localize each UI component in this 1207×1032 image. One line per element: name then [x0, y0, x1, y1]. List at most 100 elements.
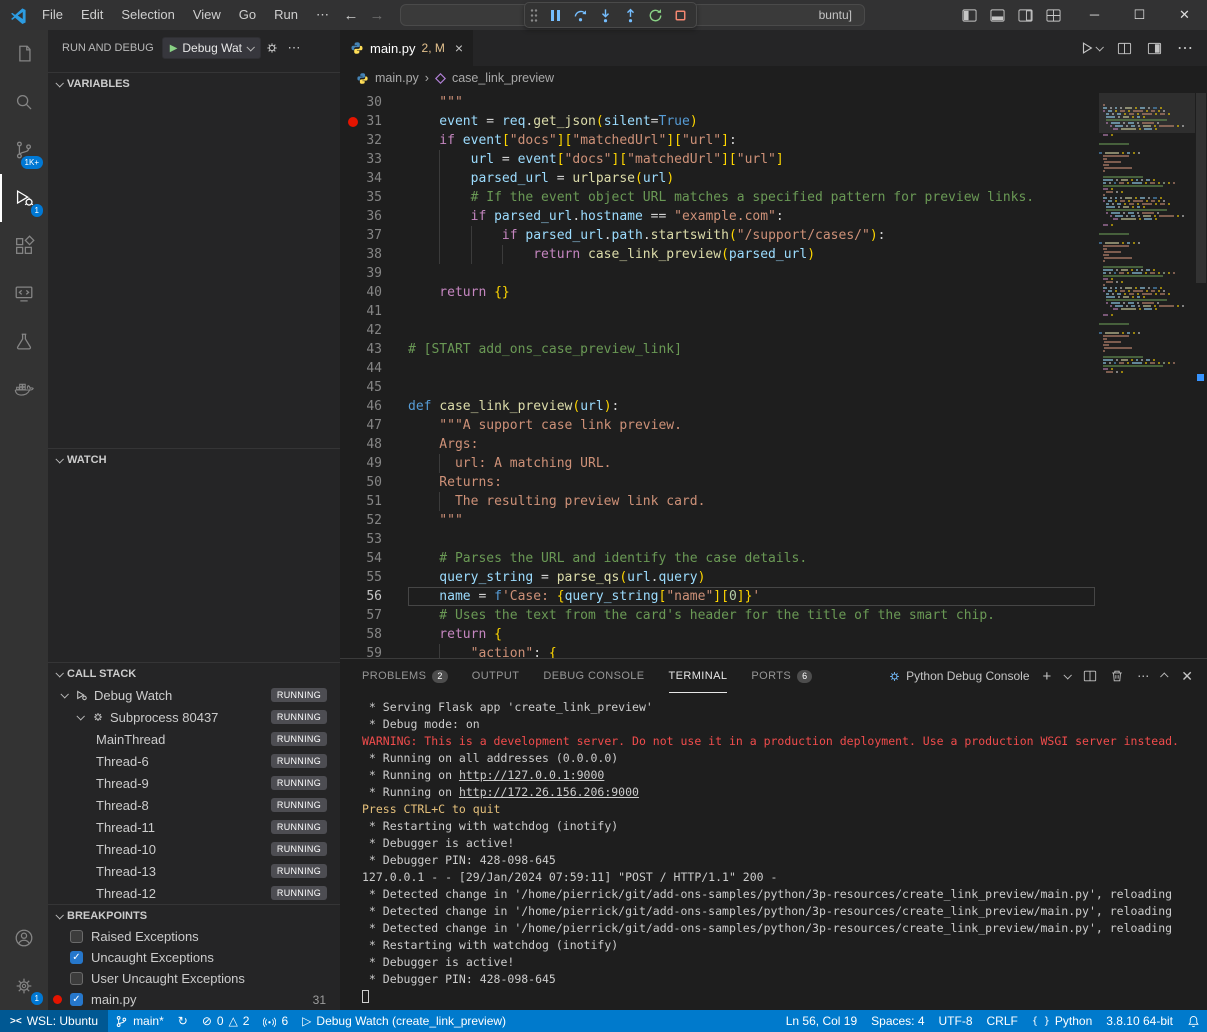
- indentation-item[interactable]: Spaces: 4: [864, 1010, 931, 1032]
- account-icon[interactable]: [0, 914, 48, 962]
- breakpoint-item[interactable]: Raised Exceptions: [48, 926, 340, 947]
- debug-settings-gear-icon[interactable]: [261, 37, 283, 59]
- settings-gear-icon[interactable]: 1: [0, 962, 48, 1010]
- call-stack-item[interactable]: Debug WatchRUNNING: [48, 684, 340, 706]
- code-line-52[interactable]: 52 """: [340, 511, 1207, 530]
- split-terminal-icon[interactable]: [1083, 669, 1097, 683]
- call-stack-item[interactable]: MainThreadRUNNING: [48, 728, 340, 750]
- watch-section-header[interactable]: WATCH: [48, 448, 340, 470]
- sync-changes-item[interactable]: ↻: [171, 1010, 195, 1032]
- stop-button[interactable]: [669, 4, 691, 26]
- testing-icon[interactable]: [0, 318, 48, 366]
- toggle-panel-icon[interactable]: [990, 8, 1005, 23]
- panel-tab-output[interactable]: OUTPUT: [472, 659, 520, 693]
- breadcrumb-symbol[interactable]: case_link_preview: [452, 71, 554, 85]
- code-line-39[interactable]: 39: [340, 264, 1207, 283]
- call-stack-item[interactable]: Thread-12RUNNING: [48, 882, 340, 904]
- views-more-icon[interactable]: ⋯: [283, 37, 305, 59]
- breakpoint-item[interactable]: ✓Uncaught Exceptions: [48, 947, 340, 968]
- code-line-41[interactable]: 41: [340, 302, 1207, 321]
- run-and-debug-icon[interactable]: 1: [0, 174, 48, 222]
- code-line-47[interactable]: 47 """A support case link preview.: [340, 416, 1207, 435]
- code-line-54[interactable]: 54 # Parses the URL and identify the cas…: [340, 549, 1207, 568]
- code-line-50[interactable]: 50 Returns:: [340, 473, 1207, 492]
- code-line-49[interactable]: 49 url: A matching URL.: [340, 454, 1207, 473]
- call-stack-item[interactable]: Thread-8RUNNING: [48, 794, 340, 816]
- code-line-32[interactable]: 32 if event["docs"]["matchedUrl"]["url"]…: [340, 131, 1207, 150]
- open-changes-icon[interactable]: [1117, 41, 1132, 56]
- search-icon[interactable]: [0, 78, 48, 126]
- maximize-panel-icon[interactable]: [1160, 672, 1168, 680]
- editor-scrollbar[interactable]: [1195, 90, 1207, 658]
- panel-tab-ports[interactable]: PORTS6: [751, 659, 812, 693]
- call-stack-item[interactable]: Thread-11RUNNING: [48, 816, 340, 838]
- code-line-42[interactable]: 42: [340, 321, 1207, 340]
- code-line-58[interactable]: 58 return {: [340, 625, 1207, 644]
- notifications-bell-icon[interactable]: [1180, 1010, 1207, 1032]
- terminal-output[interactable]: * Serving Flask app 'create_link_preview…: [340, 693, 1207, 1005]
- breakpoint-item[interactable]: User Uncaught Exceptions: [48, 968, 340, 989]
- step-over-button[interactable]: [569, 4, 591, 26]
- git-branch-item[interactable]: main*: [108, 1010, 171, 1032]
- language-mode-item[interactable]: { }Python: [1025, 1010, 1099, 1032]
- minimize-button[interactable]: ─: [1072, 0, 1117, 30]
- checkbox[interactable]: ✓: [70, 951, 83, 964]
- checkbox[interactable]: ✓: [70, 993, 83, 1006]
- call-stack-item[interactable]: Thread-10RUNNING: [48, 838, 340, 860]
- new-terminal-icon[interactable]: +: [1043, 668, 1052, 685]
- breakpoints-section-header[interactable]: BREAKPOINTS: [48, 904, 340, 926]
- tab-close-icon[interactable]: ×: [455, 40, 463, 56]
- code-line-43[interactable]: 43# [START add_ons_case_preview_link]: [340, 340, 1207, 359]
- menu-more[interactable]: ⋯: [307, 0, 338, 30]
- call-stack-item[interactable]: Thread-13RUNNING: [48, 860, 340, 882]
- panel-tab-terminal[interactable]: TERMINAL: [669, 659, 728, 693]
- code-line-38[interactable]: 38 return case_link_preview(parsed_url): [340, 245, 1207, 264]
- close-button[interactable]: ✕: [1162, 0, 1207, 30]
- debug-config-dropdown[interactable]: ▶ Debug Wat: [162, 37, 261, 59]
- menu-edit[interactable]: Edit: [72, 0, 112, 30]
- variables-section-header[interactable]: VARIABLES: [48, 72, 340, 94]
- menu-selection[interactable]: Selection: [112, 0, 183, 30]
- code-line-35[interactable]: 35 # If the event object URL matches a s…: [340, 188, 1207, 207]
- python-interpreter-item[interactable]: 3.8.10 64-bit: [1099, 1010, 1180, 1032]
- code-line-48[interactable]: 48 Args:: [340, 435, 1207, 454]
- code-line-36[interactable]: 36 if parsed_url.hostname == "example.co…: [340, 207, 1207, 226]
- code-line-57[interactable]: 57 # Uses the text from the card's heade…: [340, 606, 1207, 625]
- nav-back-icon[interactable]: ←: [338, 7, 364, 24]
- call-stack-item[interactable]: Thread-9RUNNING: [48, 772, 340, 794]
- restart-button[interactable]: [644, 4, 666, 26]
- code-line-53[interactable]: 53: [340, 530, 1207, 549]
- run-python-file-button[interactable]: [1080, 41, 1102, 55]
- breakpoint-dot[interactable]: [348, 117, 358, 127]
- code-line-55[interactable]: 55 query_string = parse_qs(url.query): [340, 568, 1207, 587]
- source-control-icon[interactable]: 1K+: [0, 126, 48, 174]
- kill-terminal-icon[interactable]: [1110, 669, 1124, 683]
- terminal-instance-label[interactable]: Python Debug Console: [888, 669, 1029, 683]
- split-editor-icon[interactable]: [1147, 41, 1162, 56]
- minimap[interactable]: [1099, 93, 1195, 393]
- breakpoint-item[interactable]: ✓main.py31: [48, 989, 340, 1010]
- editor-more-actions-icon[interactable]: ⋯: [1177, 38, 1193, 58]
- cursor-position-item[interactable]: Ln 56, Col 19: [779, 1010, 864, 1032]
- start-debug-icon[interactable]: ▶: [170, 43, 178, 54]
- panel-more-actions-icon[interactable]: ⋯: [1137, 669, 1149, 683]
- eol-item[interactable]: CRLF: [980, 1010, 1025, 1032]
- remote-indicator[interactable]: ><WSL: Ubuntu: [0, 1010, 108, 1032]
- checkbox[interactable]: [70, 972, 83, 985]
- call-stack-item[interactable]: Thread-6RUNNING: [48, 750, 340, 772]
- remote-explorer-icon[interactable]: [0, 270, 48, 318]
- step-into-button[interactable]: [594, 4, 616, 26]
- code-line-34[interactable]: 34 parsed_url = urlparse(url): [340, 169, 1207, 188]
- customize-layout-icon[interactable]: [1046, 8, 1061, 23]
- call-stack-section-header[interactable]: CALL STACK: [48, 662, 340, 684]
- checkbox[interactable]: [70, 930, 83, 943]
- code-line-31[interactable]: 31 event = req.get_json(silent=True): [340, 112, 1207, 131]
- close-panel-icon[interactable]: ✕: [1181, 668, 1193, 685]
- breadcrumb-file[interactable]: main.py: [375, 71, 419, 85]
- code-line-40[interactable]: 40 return {}: [340, 283, 1207, 302]
- extensions-icon[interactable]: [0, 222, 48, 270]
- code-line-33[interactable]: 33 url = event["docs"]["matchedUrl"]["ur…: [340, 150, 1207, 169]
- code-line-46[interactable]: 46def case_link_preview(url):: [340, 397, 1207, 416]
- code-line-37[interactable]: 37 if parsed_url.path.startswith("/suppo…: [340, 226, 1207, 245]
- code-line-44[interactable]: 44: [340, 359, 1207, 378]
